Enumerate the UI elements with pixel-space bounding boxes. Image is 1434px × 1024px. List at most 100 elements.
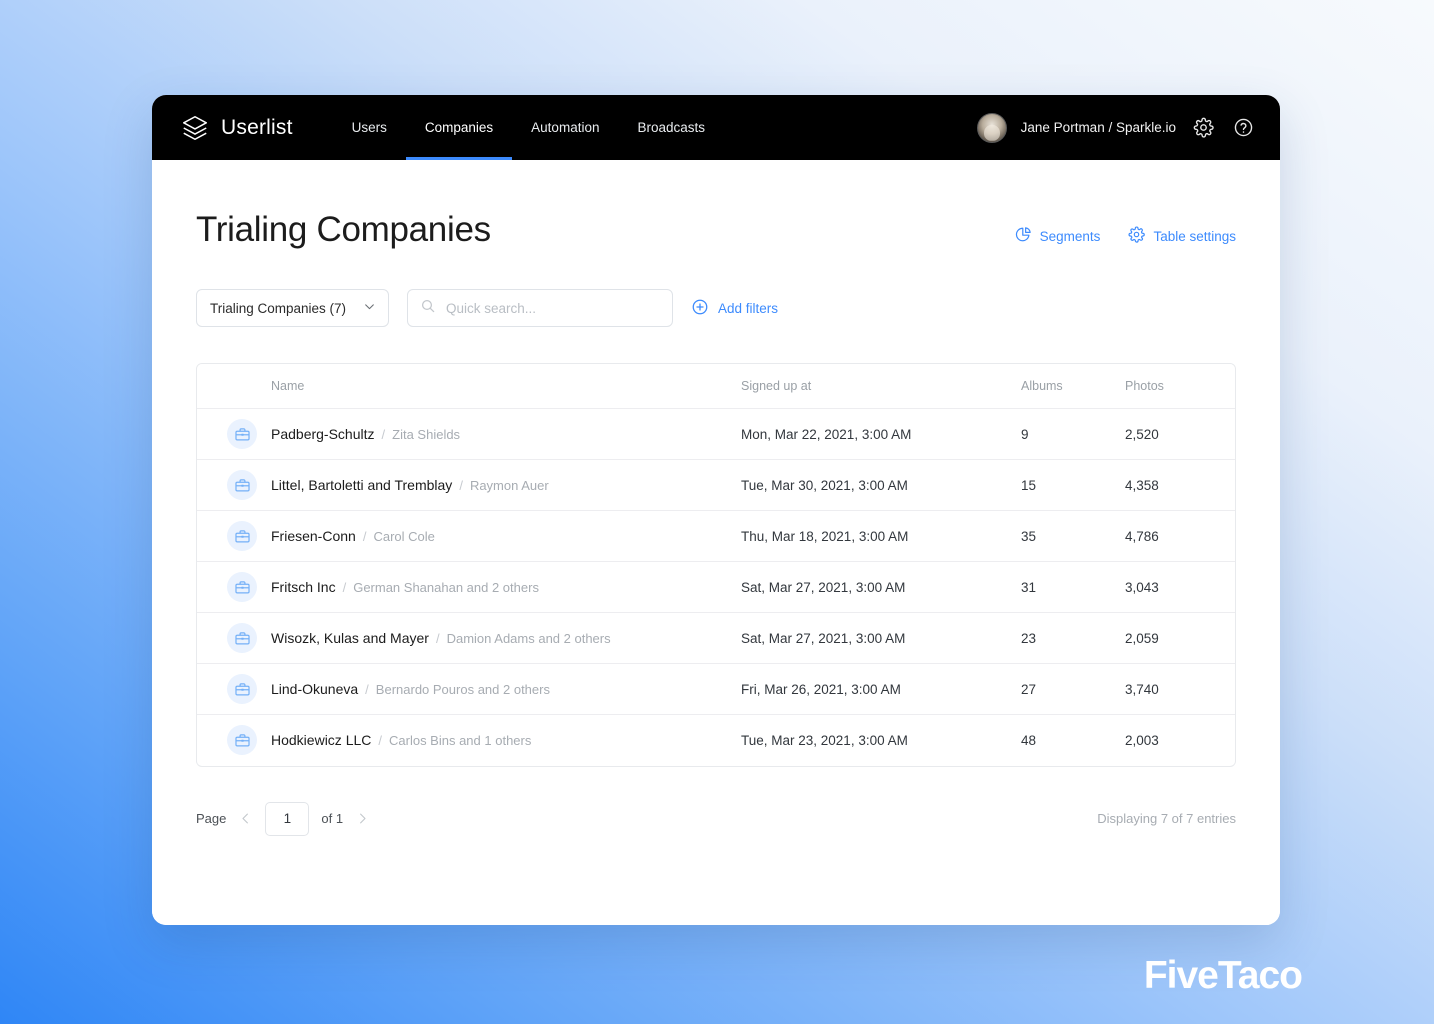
page-number-input[interactable] [265,801,310,836]
primary-nav: Users Companies Automation Broadcasts [333,95,724,160]
table-header: Name Signed up at Albums Photos [197,364,1235,409]
page-header: Trialing Companies Segments Table settin… [196,212,1236,247]
table-row[interactable]: Wisozk, Kulas and Mayer / Damion Adams and… [197,612,1235,664]
brand-logo-link[interactable]: Userlist [152,95,321,160]
row-signed-up-at: Fri, Mar 26, 2021, 3:00 AM [741,663,1021,715]
app-window: Userlist Users Companies Automation Broa… [152,95,1280,925]
chevron-right-icon[interactable] [355,811,370,826]
segment-select-value: Trialing Companies (7) [210,300,347,316]
gear-icon[interactable] [1190,115,1216,141]
nav-item-label: Broadcasts [637,120,706,135]
table-settings-label: Table settings [1153,228,1236,244]
row-name-cell[interactable]: Wisozk, Kulas and Mayer / Damion Adams and… [271,612,741,664]
briefcase-icon [227,521,257,551]
column-header-signed-up-at[interactable]: Signed up at [741,364,1021,409]
column-header-name[interactable]: Name [271,364,741,409]
briefcase-icon [227,674,257,704]
companies-table: Name Signed up at Albums Photos Padberg-… [197,364,1235,766]
row-photos: 2,059 [1125,612,1235,664]
table-row[interactable]: Lind-Okuneva / Bernardo Pouros and 2 other… [197,663,1235,715]
row-company-name[interactable]: Fritsch Inc [271,579,336,595]
chevron-down-icon [363,300,376,316]
user-account-label[interactable]: Jane Portman / Sparkle.io [1021,120,1176,135]
table-toolbar: Trialing Companies (7) Quick search... A… [196,289,1236,327]
row-contact-name: German Shanahan and 2 others [353,580,539,595]
table-row[interactable]: Littel, Bartoletti and Tremblay / Raymon A… [197,459,1235,511]
search-input[interactable] [446,300,660,316]
row-albums: 27 [1021,663,1125,715]
brand-name: Userlist [221,115,293,139]
row-company-name[interactable]: Friesen-Conn [271,528,356,544]
add-filters-button[interactable]: Add filters [691,298,778,319]
nav-item-users[interactable]: Users [333,95,406,160]
row-contact-name: Damion Adams and 2 others [446,631,611,646]
row-separator: / [381,427,386,442]
pagination-bar: Page of 1 Displaying 7 of 7 entries [196,801,1236,836]
column-header-photos[interactable]: Photos [1125,364,1235,409]
row-contact-name: Carol Cole [373,529,435,544]
chevron-left-icon[interactable] [238,811,253,826]
avatar[interactable] [976,112,1007,143]
row-photos: 4,786 [1125,510,1235,562]
row-signed-up-at: Tue, Mar 30, 2021, 3:00 AM [741,459,1021,511]
row-albums: 23 [1021,612,1125,664]
table-row[interactable]: Fritsch Inc / German Shanahan and 2 others… [197,561,1235,613]
column-header-albums[interactable]: Albums [1021,364,1125,409]
row-icon-cell [197,459,271,511]
row-signed-up-at: Sat, Mar 27, 2021, 3:00 AM [741,561,1021,613]
row-contact-name: Raymon Auer [469,478,549,493]
row-name-cell[interactable]: Friesen-Conn / Carol Cole [271,510,741,562]
row-separator: / [365,682,369,697]
row-separator: / [378,733,382,749]
briefcase-icon [227,623,257,653]
page-header-actions: Segments Table settings [1015,212,1236,246]
row-icon-cell [197,408,271,460]
companies-table-card: Name Signed up at Albums Photos Padberg-… [196,363,1236,767]
row-company-name[interactable]: Wisozk, Kulas and Mayer [271,630,429,646]
search-box[interactable] [407,289,673,327]
table-row[interactable]: Padberg-Schultz / Zita Shields Mon, Mar 22,… [197,408,1235,460]
row-icon-cell [197,612,271,664]
nav-user-area: Jane Portman / Sparkle.io [976,95,1280,160]
segment-select[interactable]: Trialing Companies (7) [196,289,389,327]
row-name-cell[interactable]: Hodkiewicz LLC / Carlos Bins and 1 others [271,715,741,766]
row-separator: / [459,478,463,493]
pager-total-label: of 1 [321,811,344,826]
row-name-cell[interactable]: Lind-Okuneva / Bernardo Pouros and 2 other… [271,663,741,715]
briefcase-icon [227,419,257,449]
row-albums: 31 [1021,561,1125,613]
row-photos: 2,520 [1125,408,1235,460]
question-circle-icon[interactable] [1230,115,1256,141]
row-signed-up-at: Sat, Mar 27, 2021, 3:00 AM [741,612,1021,664]
row-photos: 3,740 [1125,663,1235,715]
row-name-cell[interactable]: Littel, Bartoletti and Tremblay / Raymon A… [271,459,741,511]
row-albums: 48 [1021,732,1037,748]
table-row[interactable]: Friesen-Conn / Carol Cole Thu, Mar 18, 2021… [197,510,1235,562]
row-albums: 15 [1021,459,1125,511]
segments-label: Segments [1039,228,1101,244]
row-name-cell[interactable]: Padberg-Schultz / Zita Shields [271,408,741,460]
column-header-icon [197,364,271,409]
table-header-row: Name Signed up at Albums Photos [197,364,1235,409]
row-separator: / [435,631,440,646]
gear-icon [1128,226,1146,246]
row-company-name[interactable]: Littel, Bartoletti and Tremblay [271,477,452,493]
segments-button[interactable]: Segments [1015,226,1101,246]
row-company-name[interactable]: Lind-Okuneva [271,681,358,697]
row-name-cell[interactable]: Fritsch Inc / German Shanahan and 2 others [271,561,741,613]
row-company-name[interactable]: Padberg-Schultz [271,426,375,442]
pager-label: Page [196,811,227,826]
nav-item-broadcasts[interactable]: Broadcasts [618,95,724,160]
nav-item-automation[interactable]: Automation [512,95,618,160]
nav-item-label: Automation [531,120,600,135]
page-title: Trialing Companies [196,210,491,249]
row-albums: 9 [1021,408,1125,460]
row-contact-name: Zita Shields [392,427,461,442]
row-company-name[interactable]: Hodkiewicz LLC [271,732,371,748]
table-settings-button[interactable]: Table settings [1128,226,1236,246]
layers-stack-icon [180,113,210,143]
nav-item-label: Users [351,120,387,135]
table-row[interactable]: Hodkiewicz LLC / Carlos Bins and 1 others T… [197,715,1235,766]
nav-item-companies[interactable]: Companies [405,95,513,160]
page-content: Trialing Companies Segments Table settin… [152,160,1280,925]
